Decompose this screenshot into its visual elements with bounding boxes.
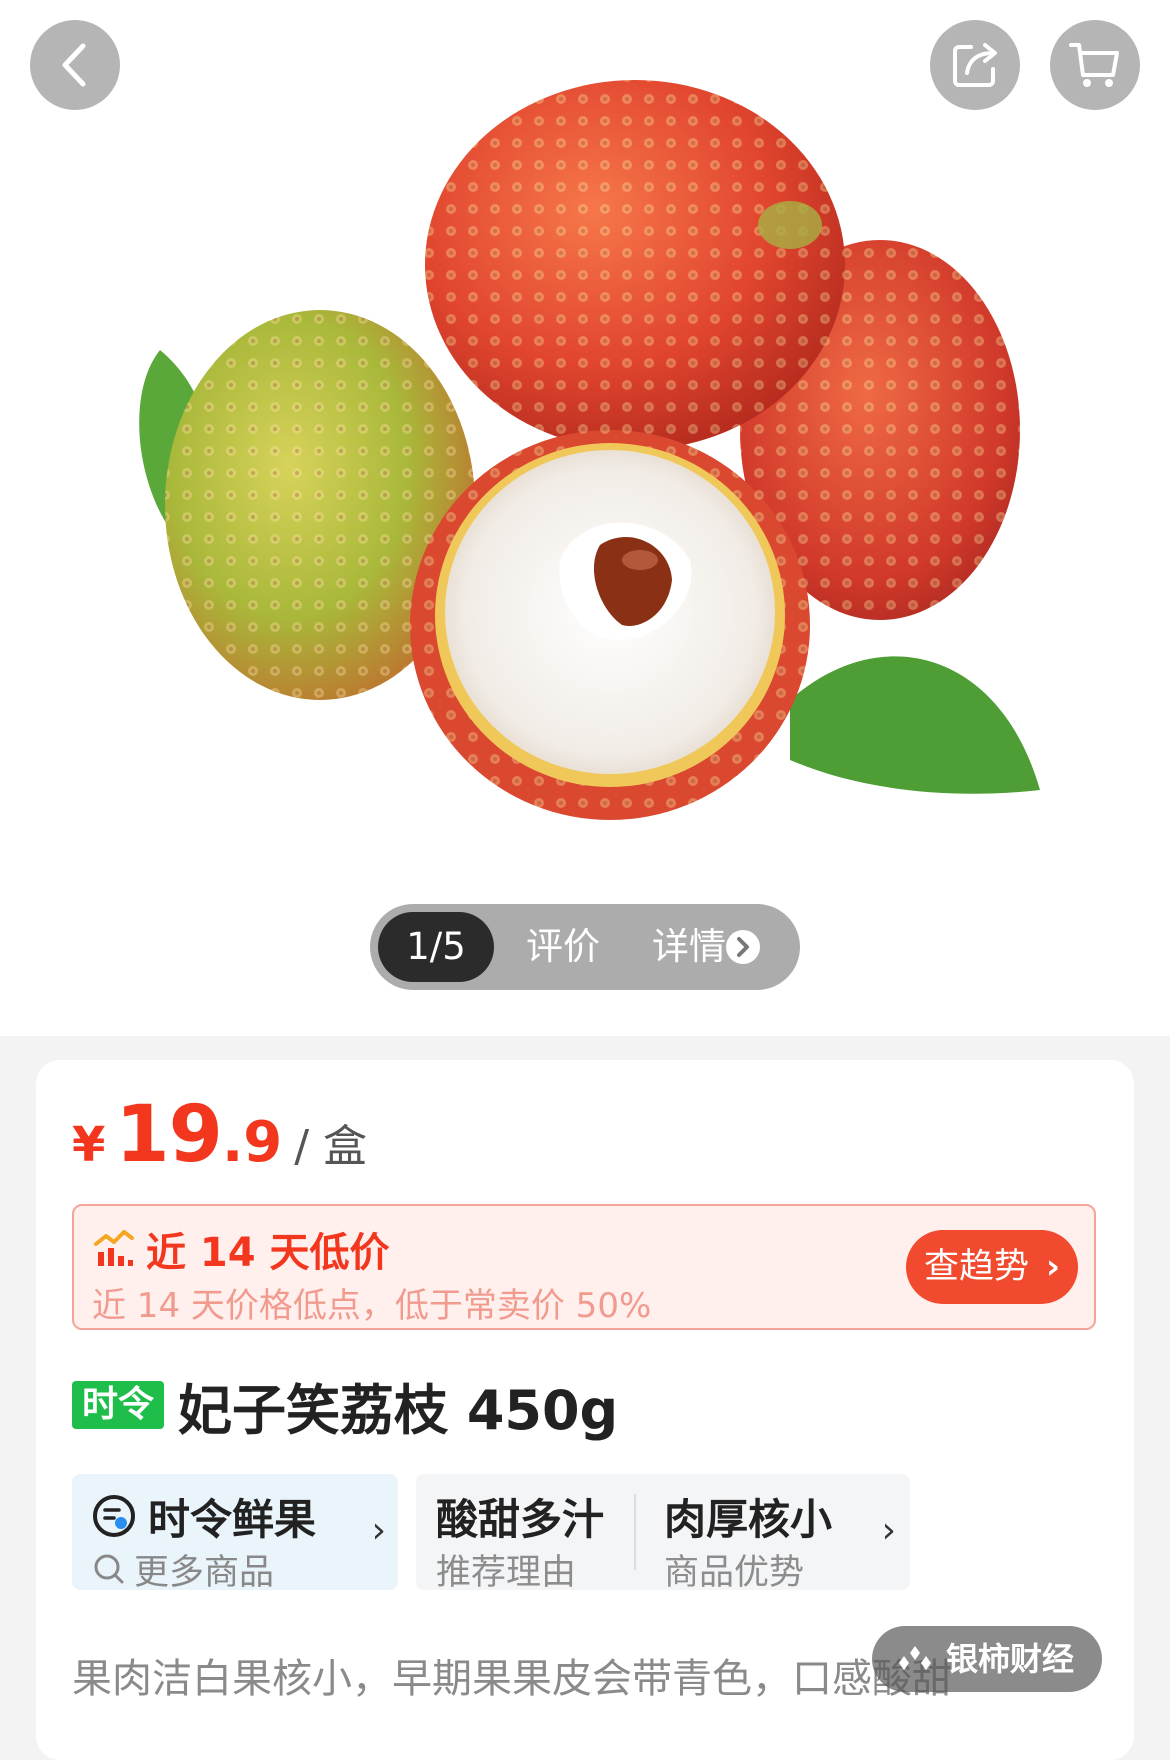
price: ¥ 19 .9 / 盒: [72, 1090, 367, 1190]
selling-point-sub: 推荐理由: [436, 1553, 577, 1593]
category-link[interactable]: 时令鲜果 更多商品 ›: [72, 1474, 398, 1593]
seasonal-tag: 时令: [72, 1381, 165, 1429]
tab-details[interactable]: 详情: [652, 912, 726, 982]
share-button[interactable]: [930, 20, 1020, 110]
more-products-label: 更多商品: [134, 1553, 275, 1593]
category-title: 时令鲜果: [148, 1495, 317, 1544]
price-decimal: .9: [221, 1110, 283, 1175]
gallery-pager: 1/5 评价 详情: [370, 904, 800, 990]
chevron-right-icon: ›: [371, 1510, 386, 1551]
selling-point-title: 酸甜多汁: [436, 1495, 605, 1544]
divider: [634, 1494, 636, 1570]
product-description: 果肉洁白果核小，早期果果皮会带青色，口感酸甜: [72, 1656, 952, 1702]
chevron-right-icon: ›: [881, 1510, 896, 1551]
low-price-subtitle: 近 14 天价格低点，低于常卖价 50%: [92, 1286, 652, 1326]
currency-symbol: ¥: [72, 1117, 106, 1173]
share-icon: [953, 43, 997, 87]
low-price-title: 近 14 天低价: [146, 1230, 390, 1276]
chevron-right-icon: ›: [1045, 1247, 1060, 1287]
lychee-product-photo: [139, 80, 1040, 820]
back-button[interactable]: [30, 20, 120, 110]
tab-reviews[interactable]: 评价: [526, 912, 600, 982]
product-title-row: 时令 妃子笑荔枝 450g: [72, 1370, 618, 1442]
shopping-cart-icon: [1069, 43, 1119, 87]
chevron-right-circle-icon[interactable]: [725, 929, 761, 965]
price-unit: / 盒: [294, 1121, 368, 1172]
watermark-text: 银柿财经: [946, 1640, 1075, 1678]
watermark-logo: 银柿财经: [872, 1626, 1102, 1692]
category-list-icon: [93, 1495, 135, 1537]
view-trend-button[interactable]: 查趋势 ›: [906, 1230, 1078, 1304]
trend-chart-icon: [94, 1230, 134, 1266]
selling-point-title: 肉厚核小: [664, 1495, 833, 1544]
view-trend-label: 查趋势: [924, 1247, 1030, 1287]
chevron-left-icon: [62, 43, 86, 87]
search-icon: [94, 1554, 124, 1584]
image-counter: 1/5: [378, 912, 494, 982]
cart-button[interactable]: [1050, 20, 1140, 110]
logo-icon: [899, 1646, 931, 1670]
price-integer: 19: [115, 1090, 223, 1180]
product-title: 妃子笑荔枝 450g: [178, 1378, 619, 1442]
selling-points[interactable]: 酸甜多汁 推荐理由 肉厚核小 商品优势 ›: [416, 1474, 910, 1593]
low-price-banner: 近 14 天低价 近 14 天价格低点，低于常卖价 50% 查趋势 ›: [72, 1204, 1096, 1330]
selling-point-sub: 商品优势: [664, 1553, 805, 1593]
product-image-gallery[interactable]: 1/5 评价 详情: [0, 0, 1170, 1036]
